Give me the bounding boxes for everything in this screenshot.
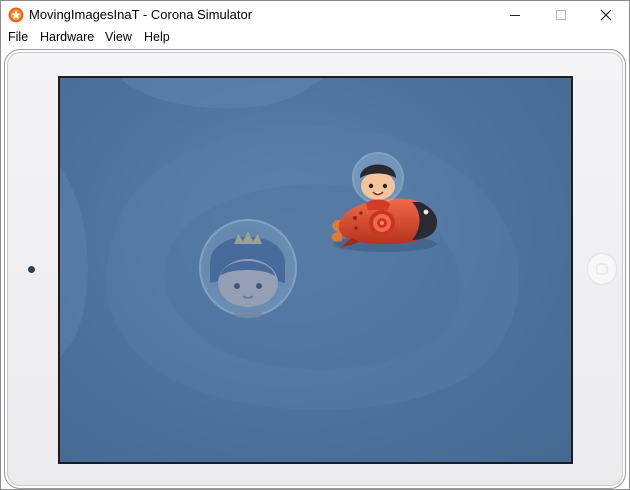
- princess-bubble-sprite[interactable]: [199, 219, 297, 318]
- close-icon: [600, 9, 612, 21]
- maximize-button[interactable]: [538, 1, 584, 29]
- corona-app-icon: [8, 7, 24, 23]
- window-title: MovingImagesInaT - Corona Simulator: [29, 7, 253, 22]
- title-bar[interactable]: MovingImagesInaT - Corona Simulator: [1, 1, 629, 29]
- device-screen[interactable]: [58, 76, 573, 464]
- menu-bar: File Hardware View Help: [1, 29, 629, 47]
- close-button[interactable]: [583, 1, 629, 29]
- minimize-icon: [510, 10, 520, 20]
- menu-file[interactable]: File: [8, 30, 28, 44]
- front-camera: [28, 266, 35, 273]
- simulator-window: MovingImagesInaT - Corona Simulator File…: [0, 0, 630, 490]
- home-button[interactable]: [588, 254, 616, 284]
- menu-hardware[interactable]: Hardware: [40, 30, 94, 44]
- game-canvas: [60, 78, 519, 411]
- menu-view[interactable]: View: [105, 30, 132, 44]
- maximize-icon: [556, 10, 566, 20]
- menu-help[interactable]: Help: [144, 30, 170, 44]
- minimize-button[interactable]: [492, 1, 538, 29]
